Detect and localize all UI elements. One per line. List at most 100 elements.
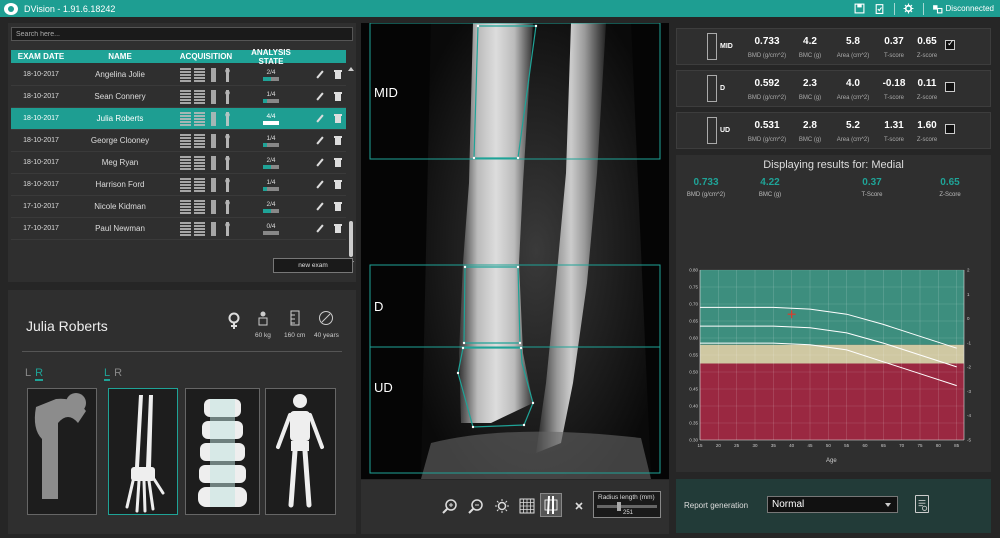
result-region-tag: UD: [720, 127, 731, 134]
table-row[interactable]: 18-10-2017 Meg Ryan 2/4: [11, 152, 346, 174]
chart-x-tick-label: 35: [771, 443, 777, 448]
forearm-side-left[interactable]: L: [104, 367, 111, 381]
close-icon[interactable]: [574, 498, 584, 514]
connection-status[interactable]: Disconnected: [932, 3, 994, 14]
analysis-progress-bar: [263, 142, 279, 147]
body-acquisition-icon: [221, 155, 233, 170]
result-row-mid[interactable]: MID 0.733 BMD (g/cm^2) 4.2 BMC (g) 5.8 Area (c…: [676, 28, 991, 65]
result-area-label: Area (cm^2): [836, 95, 870, 101]
result-z-value: 0.11: [917, 78, 937, 89]
delete-icon[interactable]: [334, 180, 342, 189]
brightness-icon[interactable]: [494, 498, 510, 514]
table-row[interactable]: 18-10-2017 Angelina Jolie 2/4: [11, 64, 346, 86]
edit-icon[interactable]: [316, 114, 324, 123]
zoom-out-icon[interactable]: [468, 498, 484, 514]
whole-body-scan-thumbnail[interactable]: [265, 388, 336, 515]
table-row[interactable]: 18-10-2017 Julia Roberts 4/4: [11, 108, 346, 130]
result-select-checkbox[interactable]: [945, 82, 955, 92]
result-area-label: Area (cm^2): [836, 137, 870, 143]
table-header: EXAM DATE NAME ACQUISITION ANALYSIS STAT…: [11, 48, 346, 66]
table-row[interactable]: 18-10-2017 Sean Connery 1/4: [11, 86, 346, 108]
result-row-ud[interactable]: UD 0.531 BMD (g/cm^2) 2.8 BMC (g) 5.2 Area (cm…: [676, 112, 991, 149]
hip-side-right[interactable]: R: [35, 367, 44, 381]
result-select-checkbox[interactable]: [945, 124, 955, 134]
table-row[interactable]: 17-10-2017 Paul Newman 0/4: [11, 218, 346, 240]
grid-icon[interactable]: [519, 498, 535, 514]
forearm-region-icon: [707, 33, 717, 60]
exam-date: 17-10-2017: [23, 225, 59, 232]
chart-y-tick-label: 0.75: [689, 285, 698, 290]
reference-curve-chart[interactable]: 15 20 25 30 35 40 45 50 55 60 65 70 75 80 850.800.750.…: [676, 265, 991, 465]
result-row-d[interactable]: D 0.592 BMD (g/cm^2) 2.3 BMC (g) 4.0 Area (cm^…: [676, 70, 991, 107]
exam-date: 18-10-2017: [23, 137, 59, 144]
table-row[interactable]: 17-10-2017 Nicole Kidman 2/4: [11, 196, 346, 218]
summary-bmd-label: BMD (g/cm^2): [686, 192, 726, 198]
forearm-side-right[interactable]: R: [114, 367, 122, 379]
header-acquisition[interactable]: ACQUISITION: [169, 52, 243, 61]
table-row[interactable]: 18-10-2017 George Clooney 1/4: [11, 130, 346, 152]
body-acquisition-icon: [221, 67, 233, 82]
delete-icon[interactable]: [334, 224, 342, 233]
edit-icon[interactable]: [316, 136, 324, 145]
radius-slider-handle[interactable]: [617, 502, 621, 511]
spine-scan-thumbnail[interactable]: [185, 388, 260, 515]
edit-icon[interactable]: [316, 202, 324, 211]
analysis-state: 2/4: [243, 69, 299, 81]
result-select-checkbox[interactable]: [945, 38, 955, 50]
xray-viewer[interactable]: MID D UD: [361, 23, 669, 479]
new-exam-button[interactable]: new exam: [273, 258, 353, 273]
edit-icon[interactable]: [316, 180, 324, 189]
delete-icon[interactable]: [334, 114, 342, 123]
result-area-value: 5.2: [846, 120, 860, 131]
report-type-select[interactable]: Normal: [767, 496, 898, 513]
analysis-state: 0/4: [243, 223, 299, 235]
report-type-value: Normal: [772, 499, 805, 510]
result-z-value: 0.65: [917, 36, 937, 47]
body-acquisition-icon: [221, 133, 233, 148]
region-tool-button[interactable]: [540, 493, 562, 517]
search-input[interactable]: [11, 27, 353, 41]
table-row[interactable]: 18-10-2017 Harrison Ford 1/4: [11, 174, 346, 196]
forearm-scan-thumbnail[interactable]: [108, 388, 178, 515]
analysis-progress-bar: [263, 164, 279, 169]
save-icon[interactable]: [854, 3, 865, 14]
edit-icon[interactable]: [316, 70, 324, 79]
delete-icon[interactable]: [334, 70, 342, 79]
header-name[interactable]: NAME: [71, 52, 169, 61]
gear-icon[interactable]: [903, 3, 914, 14]
zoom-in-icon[interactable]: [442, 498, 458, 514]
clipboard-icon[interactable]: [874, 3, 885, 14]
chart-x-tick-label: 65: [881, 443, 887, 448]
chart-x-tick-label: 50: [826, 443, 832, 448]
chart-y2-tick-label: -1: [967, 340, 971, 345]
edit-icon[interactable]: [316, 224, 324, 233]
summary-bmc-value: 4.22: [760, 177, 780, 188]
delete-icon[interactable]: [334, 202, 342, 211]
scrollbar-thumb[interactable]: [349, 221, 353, 257]
result-area-value: 4.0: [846, 78, 860, 89]
header-exam-date[interactable]: EXAM DATE: [11, 52, 71, 61]
hip-side-selector[interactable]: LR: [25, 367, 44, 381]
forearm-side-selector[interactable]: LR: [104, 367, 122, 381]
scroll-up-arrow[interactable]: [348, 67, 354, 71]
chart-x-tick-label: 55: [844, 443, 850, 448]
hip-scan-thumbnail[interactable]: [27, 388, 97, 515]
xray-image[interactable]: [361, 23, 669, 479]
patient-name-cell: Sean Connery: [94, 92, 146, 101]
edit-icon[interactable]: [316, 158, 324, 167]
delete-icon[interactable]: [334, 136, 342, 145]
forearm-acquisition-icon: [207, 67, 219, 82]
result-bmc-value: 2.8: [803, 120, 817, 131]
report-document-icon[interactable]: [915, 495, 929, 513]
weight-info: 60 kg: [255, 310, 271, 339]
forearm-acquisition-icon: [207, 199, 219, 214]
radius-length-value: 251: [623, 510, 634, 516]
chart-x-tick-label: 85: [954, 443, 960, 448]
hip-side-left[interactable]: L: [25, 367, 31, 379]
header-analysis-state[interactable]: ANALYSIS STATE: [243, 48, 299, 66]
delete-icon[interactable]: [334, 158, 342, 167]
radius-slider-track[interactable]: [597, 505, 657, 508]
edit-icon[interactable]: [316, 92, 324, 101]
delete-icon[interactable]: [334, 92, 342, 101]
spine-acquisition-icon: [179, 177, 191, 192]
